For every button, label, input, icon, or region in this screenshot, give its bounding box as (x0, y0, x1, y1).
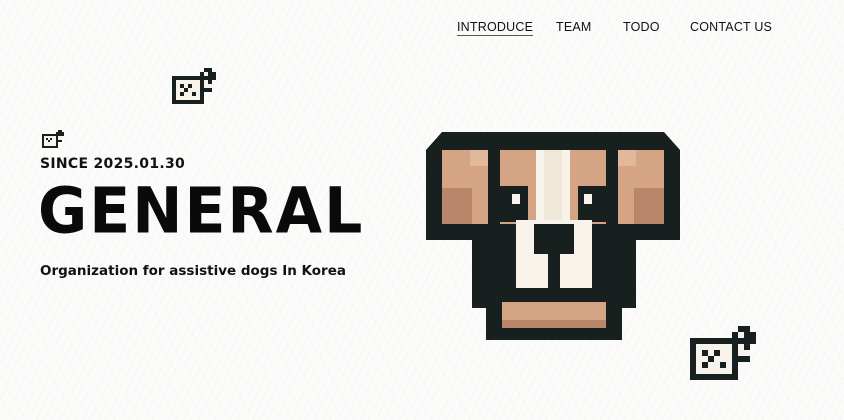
since-date: SINCE 2025.01.30 (40, 156, 186, 172)
nav-item-contact-us[interactable]: CONTACT US (690, 20, 772, 34)
nav-item-team[interactable]: TEAM (556, 20, 592, 34)
pixel-dog-face-icon (426, 132, 680, 340)
nav-item-introduce[interactable]: INTRODUCE (457, 20, 534, 36)
page-title: GENERAL (38, 174, 365, 249)
pixel-dog-icon (690, 326, 756, 380)
pixel-dog-icon (172, 68, 216, 104)
nav-item-todo[interactable]: TODO (623, 20, 660, 34)
top-navigation: INTRODUCE TEAM TODO CONTACT US (440, 20, 844, 40)
page-subtitle: Organization for assistive dogs In Korea (40, 263, 346, 279)
pixel-dog-icon (42, 130, 64, 148)
